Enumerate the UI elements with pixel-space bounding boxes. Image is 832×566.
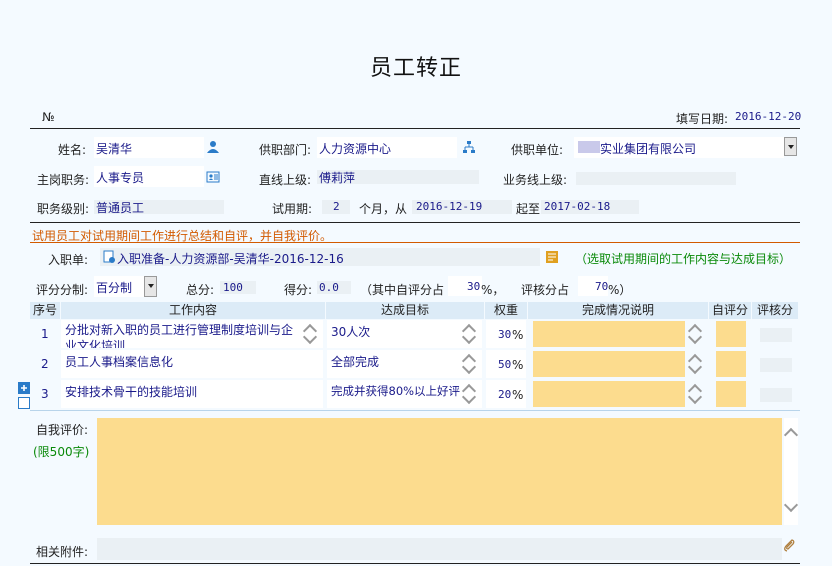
biz-superior-field <box>576 172 736 185</box>
divider <box>30 410 800 411</box>
weight-value: 20 <box>498 388 512 401</box>
scroll-arrows[interactable] <box>461 321 477 347</box>
scroll-arrows[interactable] <box>302 321 318 347</box>
position-label: 主岗职务: <box>37 173 90 187</box>
total-label: 总分: <box>186 283 215 297</box>
list-picker-icon[interactable] <box>545 250 559 264</box>
dept-value: 人力资源中心 <box>319 142 392 156</box>
content-input[interactable]: 分批对新入职的员工进行管理制度培训与企业文化培训 <box>61 320 323 348</box>
target-input[interactable]: 全部完成 <box>327 350 482 378</box>
content-input[interactable]: 安排技术骨干的技能培训 <box>61 380 323 408</box>
page-title: 员工转正 <box>369 56 462 81</box>
entry-hint: （选取试用期间的工作内容与达成目标） <box>575 252 792 266</box>
position-value: 人事专员 <box>96 171 145 185</box>
scrollbar[interactable] <box>783 418 799 525</box>
probation-to-label: 起至 <box>516 202 541 216</box>
superior-value: 傅莉萍 <box>319 171 356 185</box>
probation-months: 2 <box>333 200 340 213</box>
self-score-input[interactable] <box>716 351 746 377</box>
scroll-arrows[interactable] <box>687 381 703 407</box>
name-value: 吴清华 <box>96 142 133 156</box>
description-input[interactable] <box>533 351 685 377</box>
review-ratio-value: 70 <box>595 280 609 293</box>
self-ratio-label: （其中自评分占 <box>360 283 445 297</box>
divider <box>30 242 800 243</box>
score-system-value: 百分制 <box>96 281 133 295</box>
total-value: 100 <box>223 281 243 294</box>
row-no: 1 <box>41 327 49 341</box>
level-value: 普通员工 <box>96 201 145 215</box>
fill-date-label: 填写日期: <box>676 112 729 126</box>
target-input[interactable]: 完成并获得80%以上好评 <box>327 380 482 408</box>
score-system-dropdown-button[interactable] <box>144 276 157 297</box>
self-score-input[interactable] <box>716 381 746 407</box>
biz-superior-label: 业务线上级: <box>503 173 568 187</box>
name-label: 姓名: <box>58 143 87 157</box>
plus-icon[interactable] <box>18 382 30 394</box>
self-eval-limit: (限500字) <box>33 445 90 459</box>
row-no: 2 <box>41 357 49 371</box>
self-eval-textarea[interactable] <box>97 418 782 525</box>
person-icon[interactable] <box>206 140 220 154</box>
dept-label: 供职部门: <box>259 143 312 157</box>
score-value: 0.0 <box>319 281 339 294</box>
probation-to: 2017-02-18 <box>544 200 611 213</box>
score-label: 得分: <box>284 283 313 297</box>
unit-dropdown-button[interactable] <box>784 137 797 156</box>
self-ratio-unit: %， <box>481 283 505 297</box>
probation-from: 2016-12-19 <box>416 200 483 213</box>
review-ratio-label: 评核分占 <box>521 283 570 297</box>
divider <box>30 128 800 129</box>
row-no: 3 <box>41 387 49 401</box>
score-system-label: 评分分制: <box>36 283 89 297</box>
attachment-field[interactable] <box>97 538 782 560</box>
weight-value: 50 <box>498 358 512 371</box>
self-score-input[interactable] <box>716 321 746 347</box>
unit-label: 供职单位: <box>511 143 564 157</box>
description-input[interactable] <box>533 321 685 347</box>
probation-from-label: 个月，从 <box>359 202 408 216</box>
attachment-label: 相关附件: <box>36 545 89 559</box>
weight-unit: % <box>512 328 524 342</box>
content-input[interactable]: 员工人事档案信息化 <box>61 350 323 378</box>
scroll-arrows[interactable] <box>687 351 703 377</box>
superior-label: 直线上级: <box>259 173 312 187</box>
review-score-field <box>760 388 792 402</box>
divider <box>30 222 800 223</box>
fill-date-value: 2016-12-20 <box>735 110 802 123</box>
minus-icon[interactable] <box>18 397 30 409</box>
unit-value: 实业集团有限公司 <box>600 142 697 156</box>
weight-unit: % <box>512 388 524 402</box>
id-card-icon[interactable] <box>206 170 220 184</box>
entry-value[interactable]: 入职准备-人力资源部-吴清华-2016-12-16 <box>117 250 344 267</box>
review-ratio-unit: %） <box>608 283 632 297</box>
entry-label: 入职单: <box>48 253 89 267</box>
target-input[interactable]: 30人次 <box>327 320 482 348</box>
weight-value: 30 <box>498 328 512 341</box>
self-eval-label: 自我评价: <box>36 423 89 437</box>
probation-label: 试用期: <box>272 202 313 216</box>
scroll-arrows[interactable] <box>687 321 703 347</box>
level-label: 职务级别: <box>37 202 90 216</box>
number-label: № <box>42 110 55 124</box>
scroll-arrows[interactable] <box>461 381 477 407</box>
review-score-field <box>760 328 792 342</box>
divider <box>30 563 800 564</box>
weight-unit: % <box>512 358 524 372</box>
paperclip-icon[interactable] <box>782 538 796 552</box>
th-description: 完成情况说明 <box>528 302 708 319</box>
th-review-score: 评核分 <box>752 302 798 319</box>
self-ratio-value: 30 <box>467 280 481 293</box>
th-weight: 权重 <box>485 302 527 319</box>
th-target: 达成目标 <box>326 302 484 319</box>
org-tree-icon[interactable] <box>462 140 476 154</box>
document-link-icon <box>103 250 115 263</box>
th-self-score: 自评分 <box>709 302 751 319</box>
th-content: 工作内容 <box>61 302 325 319</box>
unit-prefix-redacted <box>578 141 600 153</box>
scroll-arrows[interactable] <box>461 351 477 377</box>
review-score-field <box>760 358 792 372</box>
description-input[interactable] <box>533 381 685 407</box>
th-no: 序号 <box>30 302 60 319</box>
